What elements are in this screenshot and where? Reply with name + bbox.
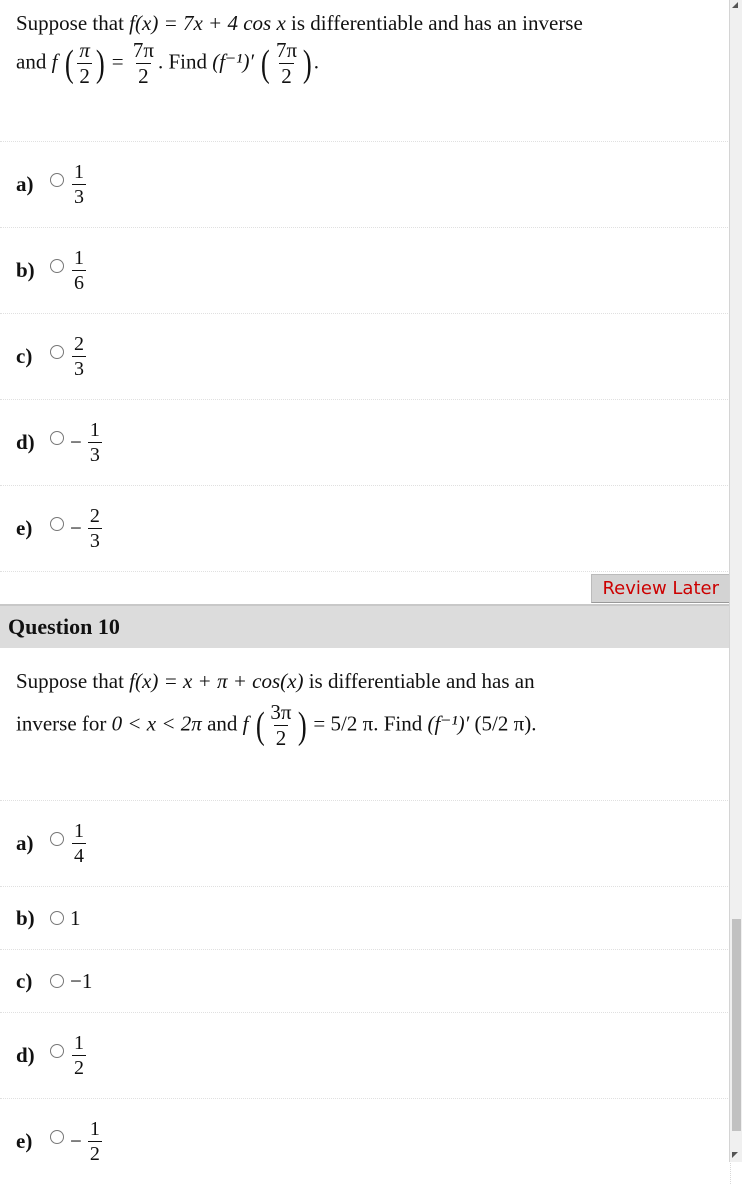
option-value: 14 <box>72 820 86 867</box>
scroll-down-arrow-icon[interactable] <box>732 1152 738 1158</box>
radio-button[interactable] <box>50 974 64 988</box>
question-10-option-c[interactable]: c) −1 <box>0 950 730 1013</box>
question-9-stem: Suppose that f(x) = 7x + 4 cos x is diff… <box>0 0 730 142</box>
option-value: 12 <box>72 1032 86 1079</box>
radio-button[interactable] <box>50 1043 64 1058</box>
question-9-stem-line-1: Suppose that f(x) = 7x + 4 cos x is diff… <box>16 11 583 35</box>
question-9-option-a[interactable]: a) 13 <box>0 142 730 228</box>
radio-button[interactable] <box>50 258 64 273</box>
radio-button[interactable] <box>50 172 64 187</box>
option-value: 23 <box>72 333 86 380</box>
function-definition: f(x) = x + π + cos(x) <box>129 669 304 693</box>
question-10-stem-line-2: inverse for 0 < x < 2π and f (3π 2) = 5/2… <box>16 700 537 750</box>
review-row: Review Later <box>0 572 730 604</box>
question-10-option-b[interactable]: b) 1 <box>0 887 730 950</box>
radio-button[interactable] <box>50 516 64 531</box>
option-letter: a) <box>16 831 34 855</box>
vertical-scrollbar[interactable] <box>729 0 742 1162</box>
question-10-header: Question 10 <box>0 604 730 648</box>
question-9-option-c[interactable]: c) 23 <box>0 314 730 400</box>
option-letter: c) <box>16 344 33 368</box>
option-letter: e) <box>16 1129 33 1153</box>
question-9-stem-line-2: and f (π 2) = 7π 2. Find (f⁻¹)′ (7π 2). <box>16 38 319 88</box>
radio-button[interactable] <box>50 831 64 846</box>
option-value: 13 <box>72 161 86 208</box>
review-later-button[interactable]: Review Later <box>591 574 730 603</box>
function-definition: f(x) = 7x + 4 cos x <box>129 11 286 35</box>
option-value: − 23 <box>70 505 102 552</box>
option-value: − 13 <box>70 419 102 466</box>
question-10-stem-line-1: Suppose that f(x) = x + π + cos(x) is di… <box>16 669 535 693</box>
question-10-option-a[interactable]: a) 14 <box>0 801 730 887</box>
radio-button[interactable] <box>50 344 64 359</box>
option-letter: e) <box>16 516 33 540</box>
radio-button[interactable] <box>50 911 64 925</box>
option-letter: d) <box>16 430 35 454</box>
option-value: 1 <box>70 905 81 930</box>
fraction: 7π 2 <box>275 38 298 88</box>
option-letter: b) <box>16 258 35 282</box>
option-value: 16 <box>72 247 86 294</box>
fraction: 3π 2 <box>270 700 292 750</box>
option-value: − 12 <box>70 1118 102 1165</box>
option-value: −1 <box>70 968 93 993</box>
option-letter: a) <box>16 172 34 196</box>
question-10-option-d[interactable]: d) 12 <box>0 1013 730 1099</box>
radio-button[interactable] <box>50 430 64 445</box>
radio-button[interactable] <box>50 1129 64 1144</box>
question-10-option-e[interactable]: e) − 12 <box>0 1099 730 1184</box>
question-10-stem: Suppose that f(x) = x + π + cos(x) is di… <box>0 648 730 801</box>
quiz-content: Suppose that f(x) = 7x + 4 cos x is diff… <box>0 0 731 1184</box>
question-9-option-b[interactable]: b) 16 <box>0 228 730 314</box>
option-letter: b) <box>16 905 35 930</box>
question-9-option-e[interactable]: e) − 23 <box>0 486 730 572</box>
scroll-up-arrow-icon[interactable] <box>732 2 738 8</box>
fraction: π2 <box>77 38 92 88</box>
option-letter: c) <box>16 968 33 993</box>
option-letter: d) <box>16 1043 35 1067</box>
fraction: 7π 2 <box>132 38 154 88</box>
scrollbar-thumb[interactable] <box>732 919 741 1131</box>
question-9-option-d[interactable]: d) − 13 <box>0 400 730 486</box>
